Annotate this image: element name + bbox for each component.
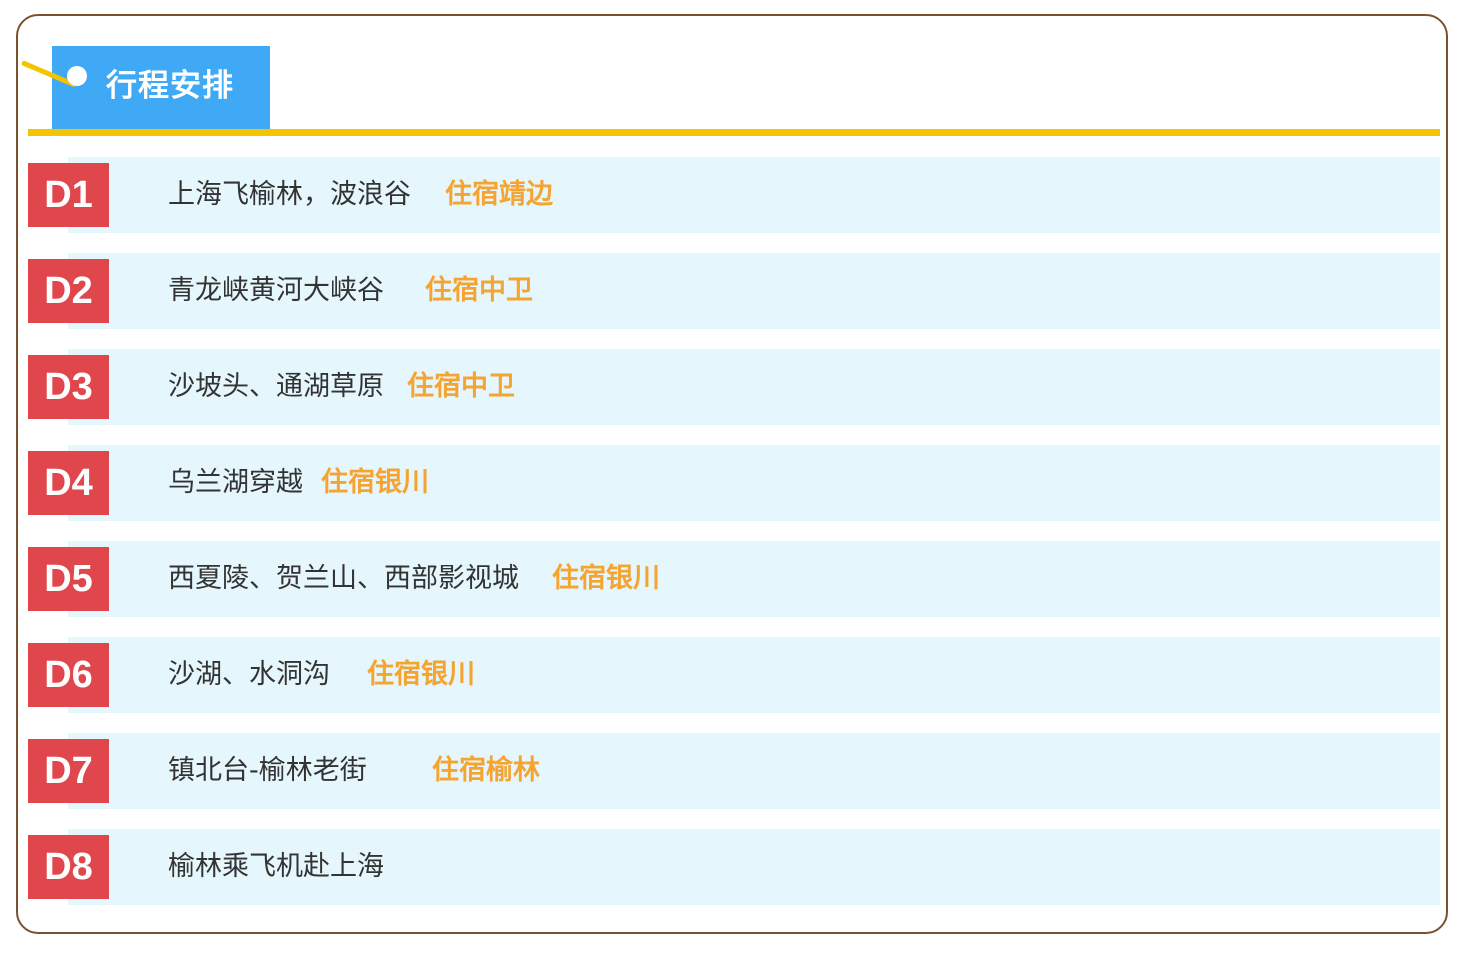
day-badge: D2 — [28, 259, 109, 323]
route-text: 青龙峡黄河大峡谷 — [168, 275, 384, 306]
route-text: 沙坡头、通湖草原 — [168, 371, 384, 402]
day-badge: D5 — [28, 547, 109, 611]
itinerary-row-d8: D8 榆林乘飞机赴上海 — [28, 829, 1440, 905]
day-badge: D6 — [28, 643, 109, 707]
day-badge: D3 — [28, 355, 109, 419]
day-badge: D8 — [28, 835, 109, 899]
route-text: 沙湖、水洞沟 — [168, 659, 330, 690]
pin-decoration-dot — [67, 66, 87, 86]
route-text: 镇北台-榆林老街 — [168, 755, 367, 786]
route-text: 乌兰湖穿越 — [168, 467, 303, 498]
itinerary-row-d3: D3 沙坡头、通湖草原 住宿中卫 — [28, 349, 1440, 425]
itinerary-row-d2: D2 青龙峡黄河大峡谷 住宿中卫 — [28, 253, 1440, 329]
day-badge: D7 — [28, 739, 109, 803]
stay-text: 住宿银川 — [367, 659, 475, 690]
route-text: 西夏陵、贺兰山、西部影视城 — [168, 563, 519, 594]
route-text: 榆林乘飞机赴上海 — [168, 851, 384, 882]
route-text: 上海飞榆林，波浪谷 — [168, 179, 411, 210]
stay-text: 住宿银川 — [552, 563, 660, 594]
itinerary-row-d1: D1 上海飞榆林，波浪谷 住宿靖边 — [28, 157, 1440, 233]
day-badge: D4 — [28, 451, 109, 515]
stay-text: 住宿中卫 — [407, 371, 515, 402]
itinerary-row-d7: D7 镇北台-榆林老街 住宿榆林 — [28, 733, 1440, 809]
header-divider — [28, 129, 1440, 136]
stay-text: 住宿银川 — [321, 467, 429, 498]
stay-text: 住宿靖边 — [445, 179, 553, 210]
itinerary-row-d5: D5 西夏陵、贺兰山、西部影视城 住宿银川 — [28, 541, 1440, 617]
stay-text: 住宿中卫 — [425, 275, 533, 306]
itinerary-row-d6: D6 沙湖、水洞沟 住宿银川 — [28, 637, 1440, 713]
itinerary-row-d4: D4 乌兰湖穿越 住宿银川 — [28, 445, 1440, 521]
section-title: 行程安排 — [106, 68, 234, 104]
stay-text: 住宿榆林 — [432, 755, 540, 786]
day-badge: D1 — [28, 163, 109, 227]
